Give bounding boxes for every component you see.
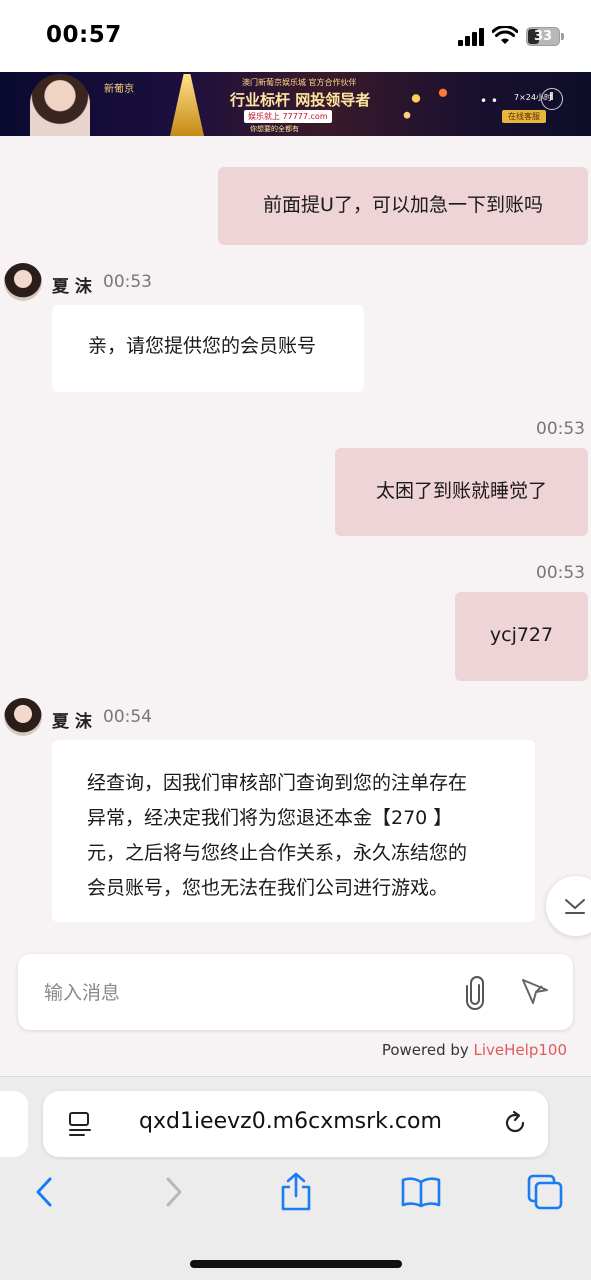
message-line: 异常，经决定我们将为您退还本金【270 】 — [87, 807, 453, 829]
banner-dots-icon: • • — [480, 94, 498, 108]
banner-slogan: 你想要的全都有 — [250, 125, 299, 133]
signal-icon — [458, 28, 484, 46]
previous-tab-peek[interactable] — [0, 1091, 28, 1157]
battery-nub — [561, 33, 564, 40]
user-message-bubble: 前面提U了，可以加急一下到账吗 — [218, 167, 588, 245]
chevron-down-icon — [565, 899, 585, 914]
banner-subline: 澳门新葡京娱乐城 官方合作伙伴 — [242, 78, 357, 87]
message-composer — [18, 954, 573, 1030]
status-time: 00:57 — [46, 22, 122, 48]
status-bar: 00:57 33 — [0, 0, 591, 72]
reader-mode-icon[interactable] — [67, 1111, 93, 1137]
banner-close-icon[interactable] — [541, 88, 563, 110]
back-arrow-icon[interactable] — [30, 1175, 60, 1209]
wifi-icon — [492, 26, 518, 44]
agent-name: 夏 沫 — [52, 712, 92, 732]
user-message-bubble: ycj727 — [455, 592, 588, 681]
powered-prefix: Powered by — [381, 1041, 474, 1059]
agent-name: 夏 沫 — [52, 277, 92, 297]
banner-tag: 娱乐就上 77777.com — [244, 110, 332, 123]
send-icon[interactable] — [520, 976, 550, 1006]
agent-message-bubble: 经查询，因我们审核部门查询到您的注单存在 异常，经决定我们将为您退还本金【270… — [52, 740, 535, 922]
powered-by: Powered by LiveHelp100 — [382, 1041, 567, 1059]
agent-message-bubble: 亲，请您提供您的会员账号 — [52, 305, 364, 392]
user-message-bubble: 太困了到账就睡觉了 — [335, 448, 588, 536]
chat-area[interactable]: 前面提U了，可以加急一下到账吗 夏 沫 00:53 亲，请您提供您的会员账号 0… — [0, 136, 591, 1076]
ad-banner[interactable]: 新葡京 澳门新葡京娱乐城 官方合作伙伴 行业标杆 网投领导者 娱乐就上 7777… — [0, 72, 591, 136]
address-bar[interactable]: qxd1ieevz0.m6cxmsrk.com — [43, 1091, 548, 1157]
message-line: 经查询，因我们审核部门查询到您的注单存在 — [87, 772, 468, 794]
home-indicator[interactable] — [190, 1260, 402, 1268]
browser-toolbar: qxd1ieevz0.m6cxmsrk.com — [0, 1076, 591, 1280]
banner-tower-image — [170, 74, 204, 136]
message-time: 00:53 — [536, 563, 585, 583]
paperclip-icon[interactable] — [462, 976, 488, 1010]
tabs-icon[interactable] — [526, 1173, 564, 1211]
battery-icon: 33 — [526, 27, 560, 46]
banner-fireworks-image — [380, 76, 470, 132]
message-time: 00:54 — [103, 707, 152, 727]
reload-icon[interactable] — [501, 1109, 529, 1137]
forward-arrow-icon[interactable] — [158, 1175, 188, 1209]
battery-level: 33 — [533, 29, 553, 44]
url-text: qxd1ieevz0.m6cxmsrk.com — [139, 1109, 442, 1134]
powered-brand-link[interactable]: LiveHelp100 — [474, 1041, 567, 1059]
agent-avatar — [4, 698, 42, 736]
message-time: 00:53 — [536, 419, 585, 439]
banner-online-service-button[interactable]: 在线客服 — [502, 110, 546, 123]
bookmarks-icon[interactable] — [400, 1175, 442, 1209]
banner-headline: 行业标杆 网投领导者 — [230, 91, 371, 109]
banner-logo: 新葡京 — [104, 84, 134, 95]
message-input[interactable] — [44, 978, 424, 1008]
message-time: 00:53 — [103, 272, 152, 292]
banner-model-image — [30, 74, 90, 136]
message-line: 会员账号，您也无法在我们公司进行游戏。 — [87, 877, 449, 899]
agent-avatar — [4, 263, 42, 301]
message-line: 元，之后将与您终止合作关系，永久冻结您的 — [87, 842, 468, 864]
share-icon[interactable] — [278, 1171, 314, 1213]
